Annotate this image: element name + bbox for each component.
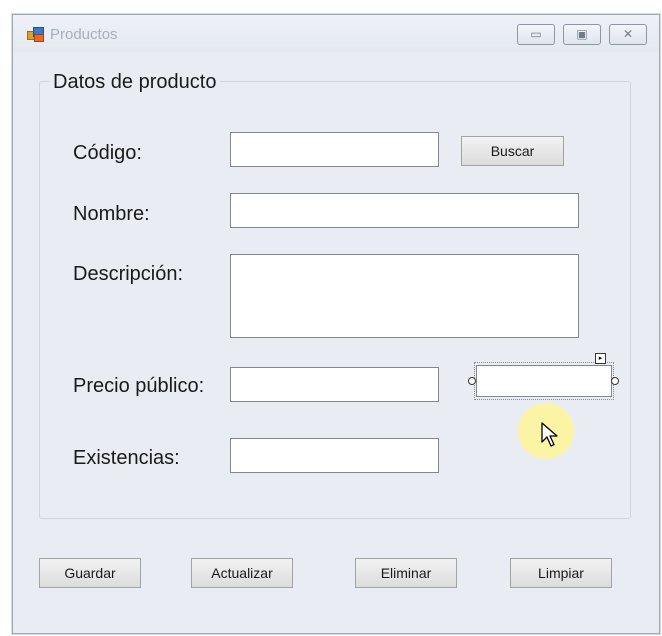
precio-label: Precio público:	[73, 375, 205, 397]
codigo-label: Código:	[73, 142, 142, 164]
mouse-pointer-icon	[541, 422, 558, 447]
existencias-label: Existencias:	[73, 447, 180, 469]
right-resize-handle[interactable]	[611, 377, 619, 385]
descripcion-label: Descripción:	[73, 263, 184, 285]
groupbox-title: Datos de producto	[49, 71, 221, 94]
descripcion-textarea[interactable]	[230, 254, 579, 338]
actualizar-button[interactable]: Actualizar	[191, 558, 293, 588]
maximize-button[interactable]: ▣	[563, 24, 601, 45]
codigo-input[interactable]	[230, 132, 439, 167]
close-icon: ✕	[622, 27, 634, 41]
precio-input[interactable]	[230, 367, 439, 402]
left-resize-handle[interactable]	[468, 377, 476, 385]
smart-tag-icon[interactable]: ▸	[595, 353, 606, 364]
eliminar-button[interactable]: Eliminar	[355, 558, 457, 588]
guardar-button[interactable]: Guardar	[39, 558, 141, 588]
selected-textbox[interactable]	[476, 365, 612, 397]
nombre-input[interactable]	[230, 193, 579, 228]
maximize-icon: ▣	[576, 27, 588, 41]
minimize-button[interactable]: ▭	[517, 24, 555, 45]
minimize-icon: ▭	[530, 27, 542, 41]
productos-window: Productos ▭ ▣ ✕ Datos de producto Código…	[12, 14, 660, 634]
nombre-label: Nombre:	[73, 203, 150, 225]
window-title: Productos	[50, 26, 118, 43]
close-button[interactable]: ✕	[609, 24, 647, 45]
existencias-input[interactable]	[230, 438, 439, 473]
app-icon	[27, 27, 44, 42]
title-bar[interactable]: Productos ▭ ▣ ✕	[13, 15, 659, 52]
buscar-button[interactable]: Buscar	[461, 136, 564, 166]
limpiar-button[interactable]: Limpiar	[510, 558, 612, 588]
